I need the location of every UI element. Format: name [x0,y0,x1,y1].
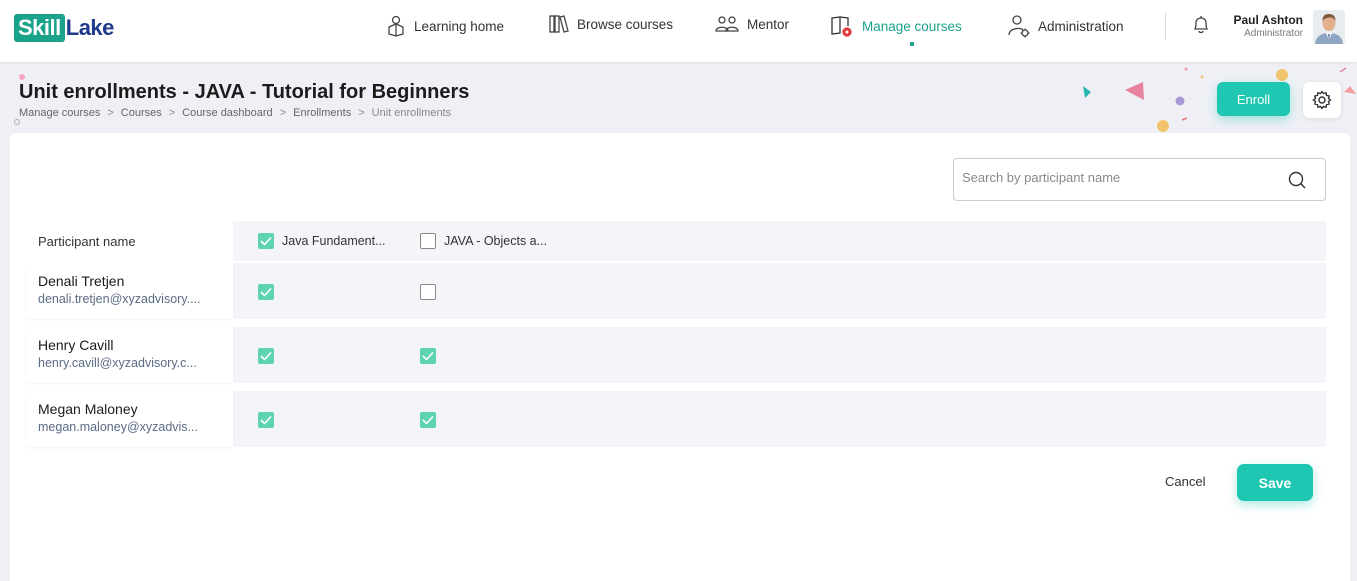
participant-email: henry.cavill@xyzadvisory.c... [38,356,197,370]
breadcrumb-separator: > [107,107,114,119]
notifications-bell-icon[interactable] [1192,15,1210,40]
enrollment-checkbox[interactable] [420,348,436,364]
select-all-unit-1-checkbox[interactable] [258,233,274,249]
enrollment-checkbox[interactable] [420,412,436,428]
breadcrumb-courses[interactable]: Courses [121,107,162,119]
active-nav-indicator [910,42,914,46]
user-name: Paul Ashton [1233,13,1303,27]
user-role: Administrator [1244,28,1303,39]
unit-column-header-2: JAVA - Objects a... [420,233,547,249]
participant-cell: Henry Cavill henry.cavill@xyzadvisory.c.… [26,327,233,383]
page-title: Unit enrollments - JAVA - Tutorial for B… [19,81,470,103]
save-button[interactable]: Save [1237,464,1313,501]
manage-courses-icon [831,16,852,37]
table-header: Participant name Java Fundament... JAVA … [26,221,1326,261]
enroll-button[interactable]: Enroll [1217,82,1290,116]
logo-part-lake: Lake [65,15,115,40]
participant-email: denali.tretjen@xyzadvisory.... [38,292,201,306]
enrollment-checkbox[interactable] [420,284,436,300]
nav-learning-home-label: Learning home [414,18,505,34]
enrollment-table: Participant name Java Fundament... JAVA … [26,221,1326,447]
unit-2-label: JAVA - Objects a... [444,234,548,248]
breadcrumb-enrollments[interactable]: Enrollments [293,107,351,119]
nav-learning-home[interactable]: Learning home [386,12,504,40]
select-all-unit-2-checkbox[interactable] [420,233,436,249]
mentor-icon [715,16,739,32]
browse-courses-icon [549,15,569,33]
nav-manage-courses[interactable]: Manage courses [830,12,962,40]
cancel-button[interactable]: Cancel [1165,474,1205,489]
user-avatar[interactable] [1313,10,1345,44]
table-row: Henry Cavill henry.cavill@xyzadvisory.c.… [26,327,1326,383]
breadcrumb-separator: > [168,107,176,119]
enrollment-card: Participant name Java Fundament... JAVA … [10,133,1350,581]
administration-icon [1008,15,1030,38]
nav-browse-courses-label: Browse courses [577,16,674,32]
nav-browse-courses[interactable]: Browse courses [549,10,673,38]
breadcrumb-manage-courses[interactable]: Manage courses [19,107,100,119]
participant-name: Henry Cavill [38,337,114,353]
nav-mentor[interactable]: Mentor [715,10,789,38]
nav-mentor-label: Mentor [747,16,790,32]
search-icon[interactable] [1287,170,1307,195]
table-row: Megan Maloney megan.maloney@xyzadvis... [26,391,1326,447]
breadcrumb-course-dashboard[interactable]: Course dashboard [182,107,273,119]
search-box [953,158,1326,201]
participant-cell: Denali Tretjen denali.tretjen@xyzadvisor… [26,263,233,319]
participant-email: megan.maloney@xyzadvis... [38,420,198,434]
participant-name: Megan Maloney [38,401,138,417]
nav-administration-label: Administration [1038,18,1124,34]
participant-cell: Megan Maloney megan.maloney@xyzadvis... [26,391,233,447]
nav-manage-courses-label: Manage courses [862,18,962,34]
unit-1-label: Java Fundament... [282,234,386,248]
logo-part-skill: Skill [14,14,65,42]
enrollment-checkbox[interactable] [258,284,274,300]
participant-name: Denali Tretjen [38,273,125,289]
search-input[interactable] [962,170,1272,185]
unit-column-header-1: Java Fundament... [258,233,386,249]
enrollment-checkbox[interactable] [258,412,274,428]
learning-home-icon [388,15,404,37]
user-info[interactable]: Paul Ashton Administrator [1230,13,1303,39]
nav-divider [1165,12,1166,40]
breadcrumb: Manage courses > Courses > Course dashboar… [19,107,451,119]
table-row: Denali Tretjen denali.tretjen@xyzadvisor… [26,263,1326,319]
gear-icon [1312,90,1332,110]
breadcrumb-separator: > [279,107,287,119]
enrollment-checkbox[interactable] [258,348,274,364]
breadcrumb-unit-enrollments: Unit enrollments [371,107,452,119]
settings-button[interactable] [1303,82,1341,118]
top-navigation-bar: Skill Lake Learning home Browse courses M… [0,0,1357,62]
nav-administration[interactable]: Administration [1008,12,1124,40]
participant-name-header: Participant name [38,234,136,249]
breadcrumb-separator: > [358,107,365,119]
skilllake-logo[interactable]: Skill Lake [14,14,114,42]
